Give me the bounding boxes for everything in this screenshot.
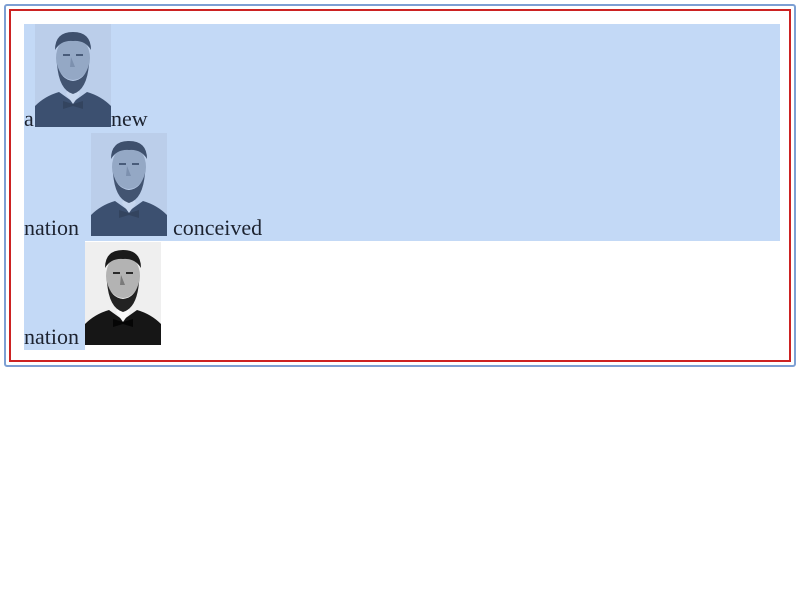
lincoln-portrait-image[interactable] [85, 242, 161, 345]
lincoln-portrait-graphic [35, 24, 111, 127]
lincoln-portrait-image[interactable] [91, 133, 167, 236]
word-a: a [24, 106, 34, 131]
lincoln-portrait-image[interactable] [35, 24, 111, 127]
word-nation: nation [24, 324, 79, 349]
word-conceived: conceived [173, 215, 263, 240]
content-area[interactable]: a new nation conceived nation [24, 24, 780, 350]
word-nation: nation [24, 215, 79, 240]
lincoln-portrait-graphic [85, 242, 161, 345]
word-new: new [111, 106, 148, 131]
editable-region[interactable]: a new nation conceived nation [9, 9, 791, 362]
outer-frame: a new nation conceived nation [4, 4, 796, 367]
lincoln-portrait-graphic [91, 133, 167, 236]
